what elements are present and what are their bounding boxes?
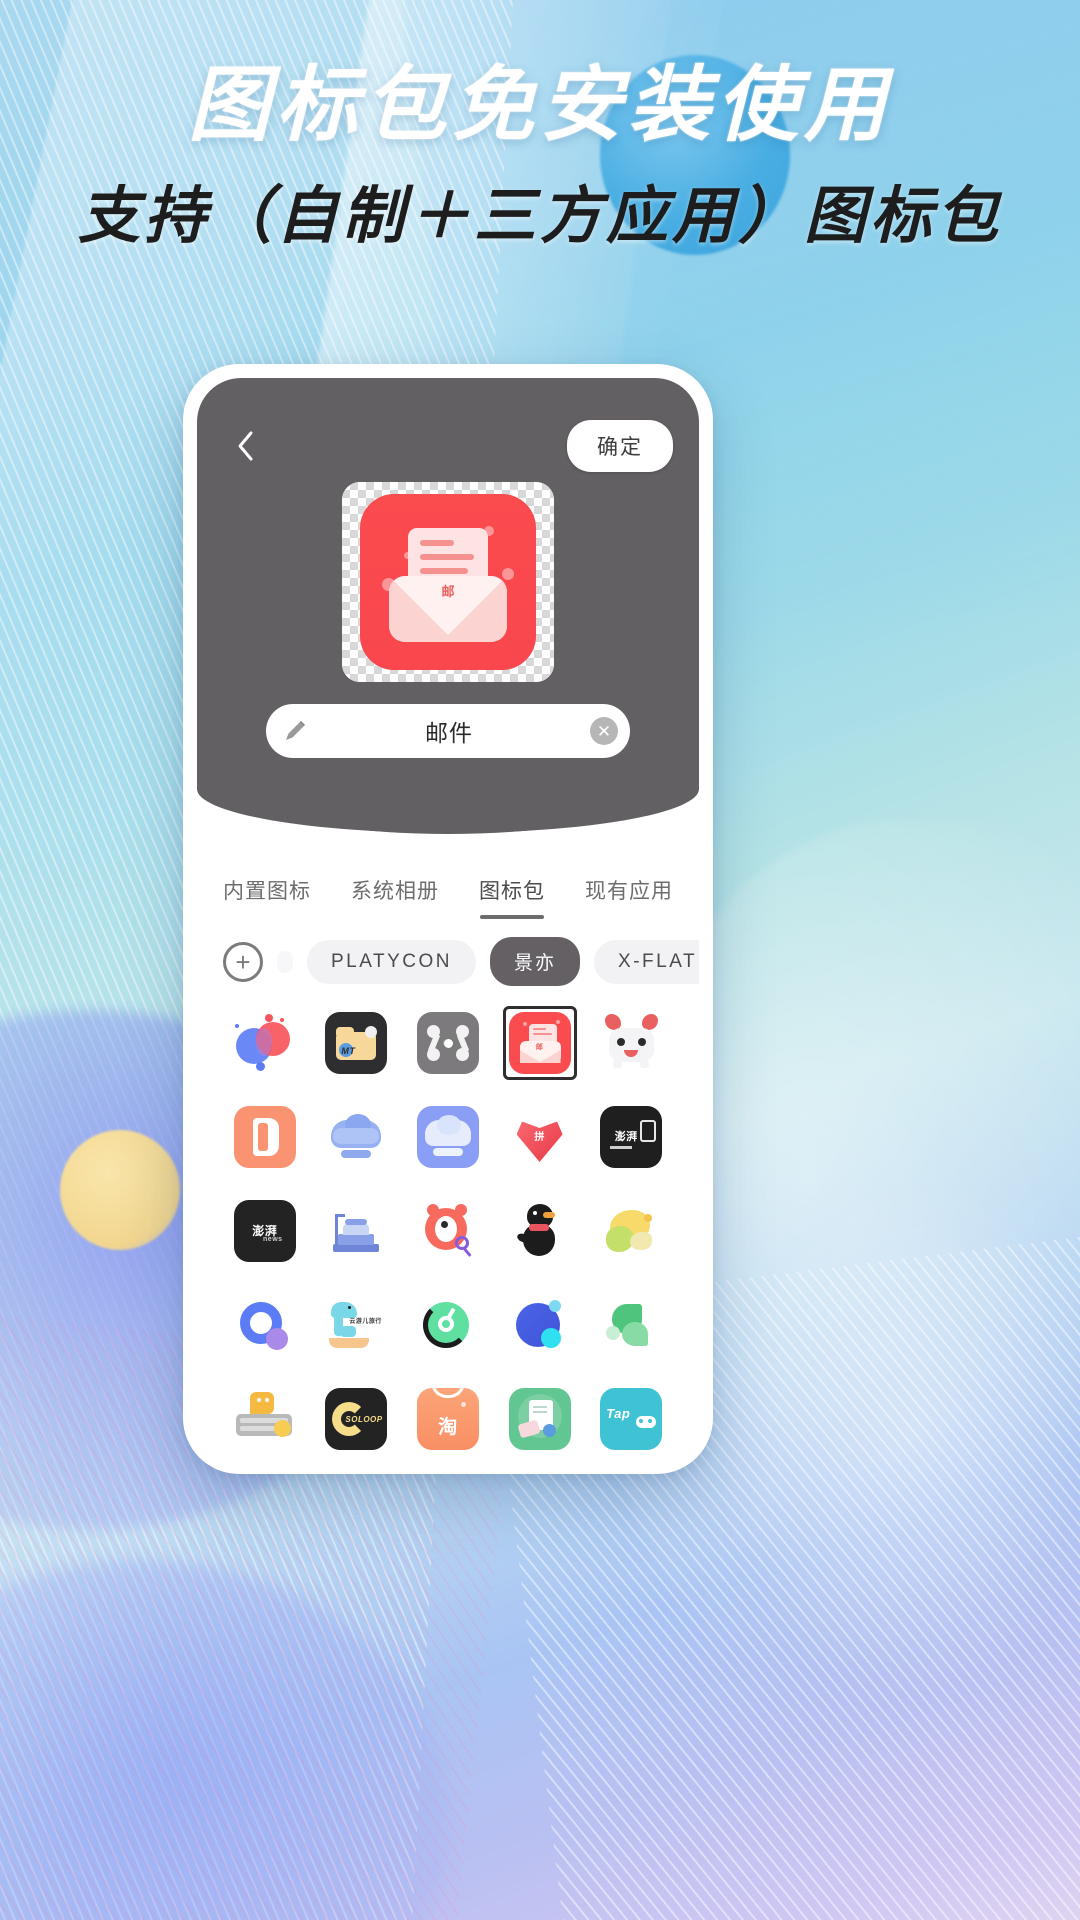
- mt-file-manager-icon: MT: [325, 1012, 388, 1074]
- promo-subheadline: 支持（自制＋三方应用）图标包: [77, 179, 1002, 253]
- icon-name-value[interactable]: 邮件: [308, 714, 590, 748]
- icon-pack-chip-xflat[interactable]: X-FLAT: [594, 939, 699, 984]
- grid-item[interactable]: [219, 1004, 311, 1082]
- green-note-icon: [508, 1388, 571, 1450]
- phone-screen: 确定 邮 邮件 ✕ 内置图标 系统相册 图标包 现有应用 + PLATYCON …: [197, 378, 699, 1460]
- background-yellow-dot: [60, 1130, 180, 1250]
- blue-orb-icon: [509, 1294, 571, 1356]
- tab-system-album[interactable]: 系统相册: [351, 875, 439, 919]
- grid-item[interactable]: Tap: [585, 1380, 677, 1458]
- grid-item[interactable]: [494, 1380, 586, 1458]
- grid-item[interactable]: [494, 1286, 586, 1364]
- clear-name-button[interactable]: ✕: [590, 717, 618, 745]
- chevron-left-icon: [238, 431, 253, 461]
- yellow-blob-icon: [600, 1200, 662, 1262]
- grid-item[interactable]: [585, 1004, 677, 1082]
- source-tab-bar: 内置图标 系统相册 图标包 现有应用: [197, 833, 699, 919]
- mail-app-icon-large: 邮: [360, 494, 536, 670]
- grid-item[interactable]: [219, 1286, 311, 1364]
- screen-nav-bar: 确定: [197, 378, 699, 472]
- grid-item[interactable]: [311, 1192, 403, 1270]
- grid-item[interactable]: 澎湃 news: [219, 1192, 311, 1270]
- venn-circles-icon: [234, 1012, 296, 1074]
- deer-sticker-icon: [600, 1012, 662, 1074]
- grid-item[interactable]: SOLOOP: [311, 1380, 403, 1458]
- icon-name-field[interactable]: 邮件 ✕: [266, 704, 630, 758]
- office-suite-icon: [233, 1106, 296, 1168]
- promo-headline: 图标包免安装使用: [188, 57, 892, 153]
- mail-icon-glyph: 邮: [441, 585, 455, 600]
- grid-item-selected[interactable]: 邮: [494, 1004, 586, 1082]
- icon-grid-area: MT 邮 拼 澎湃 澎湃 news 云游儿旅行 SOLOOP 淘 Tap: [197, 986, 699, 1460]
- mail-envelope: 邮: [389, 576, 507, 642]
- blue-ring-icon: [234, 1294, 296, 1356]
- preview-panel-curve: [197, 768, 699, 834]
- gray-dumbbell-icon: [416, 1012, 479, 1074]
- cloud-light-icon: [325, 1106, 387, 1168]
- promo-headlines: 图标包免安装使用 支持（自制＋三方应用）图标包: [0, 58, 1080, 252]
- icon-pack-chip-row[interactable]: + PLATYCON 景亦 X-FLAT COR: [197, 919, 699, 986]
- tab-builtin-icons[interactable]: 内置图标: [223, 875, 311, 919]
- grid-item[interactable]: [585, 1286, 677, 1364]
- grid-item[interactable]: 拼: [494, 1098, 586, 1176]
- heart-diamond-icon: 拼: [509, 1106, 571, 1168]
- icon-pack-chip-jingyi[interactable]: 景亦: [490, 937, 581, 986]
- red-bird-search-icon: [417, 1200, 479, 1262]
- grid-item[interactable]: 云游儿旅行: [311, 1286, 403, 1364]
- landmark-icon: [325, 1200, 387, 1262]
- icon-grid: MT 邮 拼 澎湃 澎湃 news 云游儿旅行 SOLOOP 淘 Tap: [197, 1004, 699, 1460]
- green-leaf-icon: [600, 1294, 662, 1356]
- icon-preview-tile[interactable]: 邮: [342, 482, 554, 682]
- grid-item[interactable]: [585, 1192, 677, 1270]
- penguin-icon: [509, 1200, 571, 1262]
- soloop-icon: SOLOOP: [325, 1388, 388, 1450]
- dino-travel-icon: 云游儿旅行: [325, 1294, 387, 1356]
- icon-preview-panel: 确定 邮 邮件 ✕: [197, 378, 699, 834]
- grid-item[interactable]: [219, 1098, 311, 1176]
- cloud-blue-icon: [416, 1106, 479, 1168]
- icon-pack-chip-platycon[interactable]: PLATYCON: [307, 939, 477, 984]
- grid-item[interactable]: [311, 1098, 403, 1176]
- icon-pack-chip-empty[interactable]: [277, 950, 293, 973]
- green-music-icon: [417, 1294, 479, 1356]
- back-button[interactable]: [223, 424, 267, 468]
- grid-item[interactable]: [402, 1286, 494, 1364]
- confirm-button[interactable]: 确定: [567, 420, 673, 472]
- tap-game-icon: Tap: [600, 1388, 663, 1450]
- grid-item[interactable]: 淘: [402, 1380, 494, 1458]
- grid-item[interactable]: [402, 1098, 494, 1176]
- add-icon-pack-button[interactable]: +: [223, 941, 263, 982]
- pengpai-news-icon: 澎湃 news: [233, 1200, 296, 1262]
- tab-icon-pack[interactable]: 图标包: [479, 875, 545, 919]
- keyboard-emoji-icon: [234, 1388, 296, 1450]
- tab-existing-apps[interactable]: 现有应用: [585, 875, 673, 919]
- grid-item[interactable]: MT: [311, 1004, 403, 1082]
- grid-item[interactable]: 澎湃: [585, 1098, 677, 1176]
- pencil-icon: [286, 721, 305, 740]
- pengpai-dark-icon: 澎湃: [600, 1106, 663, 1168]
- grid-item[interactable]: [402, 1004, 494, 1082]
- grid-item[interactable]: [219, 1380, 311, 1458]
- grid-item[interactable]: [402, 1192, 494, 1270]
- phone-mockup: 确定 邮 邮件 ✕ 内置图标 系统相册 图标包 现有应用 + PLATYCON …: [183, 364, 713, 1474]
- taobao-icon: 淘: [416, 1388, 479, 1450]
- mail-app-icon: 邮: [508, 1012, 571, 1074]
- grid-item[interactable]: [494, 1192, 586, 1270]
